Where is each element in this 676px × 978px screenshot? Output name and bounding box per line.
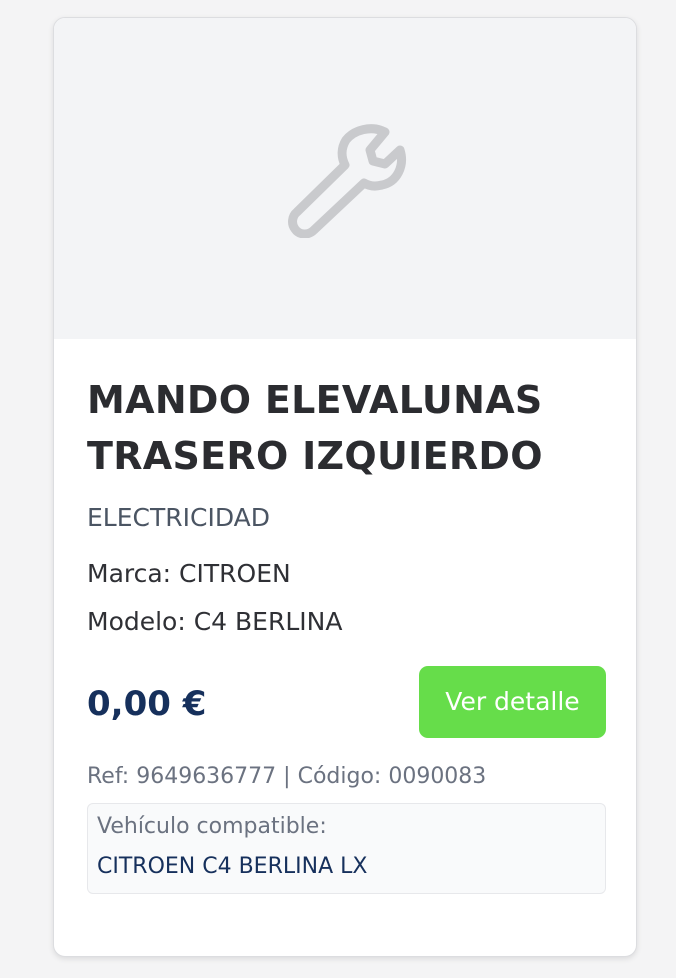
ref-separator: | <box>283 764 291 789</box>
product-code: Código: 0090083 <box>297 764 487 789</box>
compatible-vehicle-box: Vehículo compatible: CITROEN C4 BERLINA … <box>87 803 606 894</box>
product-brand: Marca: CITROEN <box>87 559 291 588</box>
view-detail-button[interactable]: Ver detalle <box>419 666 606 738</box>
product-category: ELECTRICIDAD <box>87 503 270 532</box>
product-model: Modelo: C4 BERLINA <box>87 607 343 636</box>
product-reference-line: Ref: 9649636777 | Código: 0090083 <box>87 762 486 792</box>
compatible-vehicle-value: CITROEN C4 BERLINA LX <box>97 854 368 879</box>
product-price: 0,00 € <box>87 684 207 724</box>
product-image-placeholder <box>54 18 636 339</box>
product-title: MANDO ELEVALUNAS TRASERO IZQUIERDO <box>87 378 543 478</box>
compatible-vehicle-label: Vehículo compatible: <box>97 814 327 839</box>
product-card: MANDO ELEVALUNAS TRASERO IZQUIERDO ELECT… <box>53 17 637 957</box>
product-ref: Ref: 9649636777 <box>87 764 277 789</box>
wrench-icon <box>288 124 406 238</box>
